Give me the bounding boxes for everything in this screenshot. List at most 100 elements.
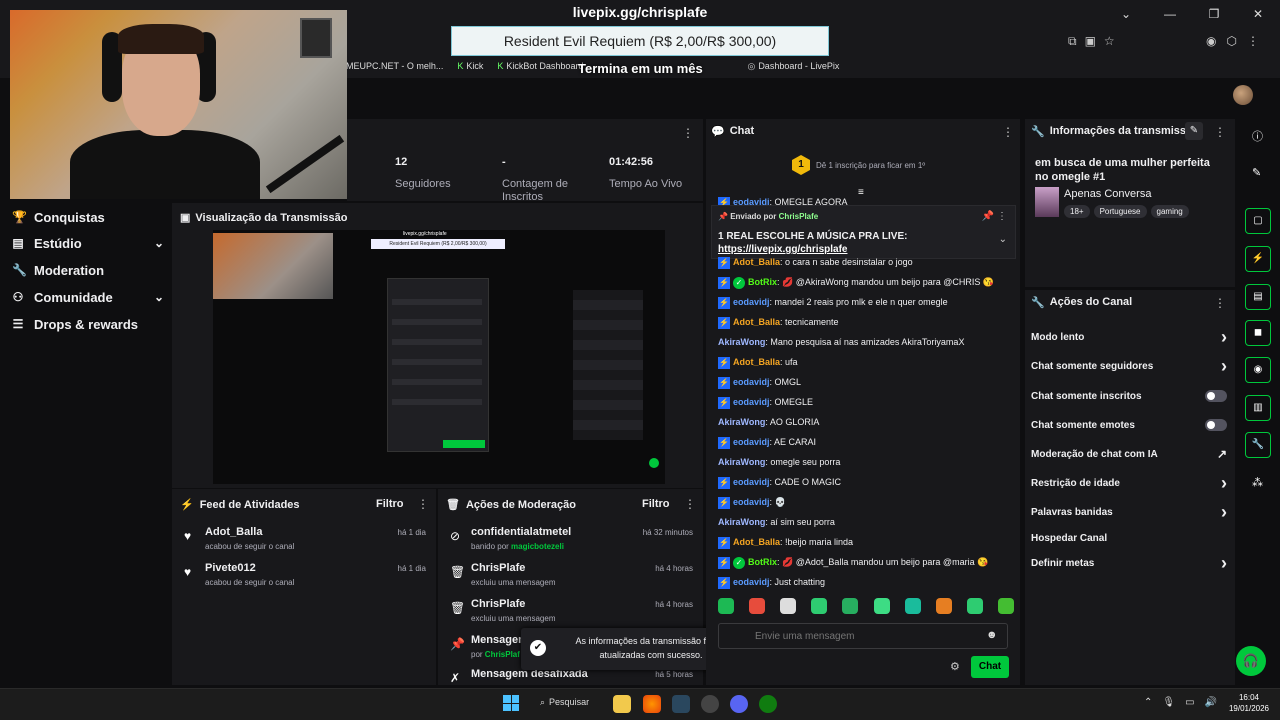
chat-icon[interactable]: ◼ [1245,320,1271,346]
obs-icon[interactable] [701,695,719,713]
chat-message[interactable]: ⚡ eodavidj: OMGL [718,374,1016,390]
emoji-icon[interactable]: ☻ [986,629,998,641]
support-icon[interactable]: 🎧 [1236,646,1266,676]
avatar[interactable] [1233,85,1253,105]
chat-message[interactable]: ⚡ Adot_Balla: o cara n sabe desinstalar o… [718,254,1016,270]
list-item[interactable]: ♥ Pivete012 acabou de seguir o canal há … [172,561,436,595]
chat-username[interactable]: Adot_Balla [733,357,780,367]
chat-username[interactable]: Adot_Balla [733,317,780,327]
stream-preview-video[interactable]: livepix.gg/chrisplafe Resident Evil Requ… [213,230,665,484]
sidebar-item-drops[interactable]: ☰ Drops & rewards [12,314,162,334]
chat-username[interactable]: eodavidj [733,297,770,307]
clip-icon[interactable]: ▢ [1245,208,1271,234]
emote-icon[interactable] [997,598,1014,614]
chat-username[interactable]: Adot_Balla [733,537,780,547]
chat-message[interactable]: ⚡ ✓ BotRix: 💋 @Adot_Balla mandou um beijo … [718,554,1016,570]
pin-icon[interactable]: 📌 ⋮ [982,211,1007,222]
emote-icon[interactable] [935,598,952,614]
channel-menu-icon[interactable]: ⋮ [1214,296,1226,310]
channel-action-item[interactable]: Moderação de chat com IA ↗ [1031,445,1227,463]
info-icon[interactable]: ⓘ [1252,128,1263,144]
chat-message[interactable]: ⚡ Adot_Balla: tecnicamente [718,314,1016,330]
chat-username[interactable]: eodavidj [733,497,770,507]
chat-message[interactable]: ⚡ eodavidj: Just chatting [718,574,1016,590]
chat-message[interactable]: ⚡ Adot_Balla: !beijo maria linda [718,534,1016,550]
chat-username[interactable]: AkiraWong [718,417,765,427]
maximize-icon[interactable]: ❐ [1192,0,1236,28]
chat-message[interactable]: AkiraWong: aí sim seu porra [718,514,1016,530]
close-icon[interactable]: ✕ [1236,0,1280,28]
bookmark-meupc[interactable]: MEUPC.NET - O melh... [346,61,443,71]
chat-message[interactable]: AkiraWong: Mano pesquisa aí nas amizades… [718,334,1016,350]
chat-username[interactable]: AkiraWong [718,517,765,527]
chat-message[interactable]: ⚡ eodavidj: mandei 2 reais pro mlk e ele … [718,294,1016,310]
gear-icon[interactable]: ⚙ [950,660,960,673]
sub-leaderboard-promo[interactable]: 1 Dê 1 inscrição para ficar em 1º [792,155,925,175]
mod-filter-button[interactable]: Filtro [642,498,670,510]
edit-icon[interactable]: ✎ [1185,122,1203,140]
broadcast-icon[interactable]: ◉ [1245,357,1271,383]
chat-username[interactable]: eodavidj [733,477,770,487]
tab-list-icon[interactable]: ⌄ [1104,0,1148,28]
send-chat-button[interactable]: Chat [971,656,1009,678]
pinned-message[interactable]: 📌 Enviado por ChrisPlafe 📌 ⋮ 1 REAL ESCO… [711,205,1016,259]
windows-start-icon[interactable] [503,695,519,711]
chat-username[interactable]: AkiraWong [718,457,765,467]
chat-message[interactable]: ⚡ ✓ BotRix: 💋 @AkiraWong mandou um beijo p… [718,274,1016,290]
bolt-icon[interactable]: ⚡ [1245,246,1271,272]
chat-username[interactable]: Adot_Balla [733,257,780,267]
emote-icon[interactable] [966,598,983,614]
minimize-icon[interactable]: — [1148,0,1192,28]
document-icon[interactable]: ▤ [1245,284,1271,310]
list-item[interactable]: ♥ Adot_Balla acabou de seguir o canal há… [172,525,436,559]
sidebar-item-moderation[interactable]: 🔧 Moderation [12,260,162,280]
sidebar-item-conquistas[interactable]: 🏆 Conquistas [12,207,162,227]
chat-message[interactable]: ⚡ eodavidj: CADE O MAGIC [718,474,1016,490]
firefox-icon[interactable] [643,695,661,713]
network-icon[interactable]: ▭ [1185,697,1194,708]
toggle-switch[interactable] [1205,390,1227,402]
channel-action-item[interactable]: Palavras banidas › [1031,502,1227,522]
emote-icon[interactable] [842,598,859,614]
steam-icon[interactable] [672,695,690,713]
chevron-down-icon[interactable]: ⌄ [999,234,1007,245]
feed-filter-button[interactable]: Filtro [376,498,404,510]
chat-username[interactable]: eodavidj [733,437,770,447]
chat-message[interactable]: ⚡ eodavidj: AE CARAI [718,434,1016,450]
chat-username[interactable]: BotRix [748,277,777,287]
info-menu-icon[interactable]: ⋮ [1214,125,1226,139]
extensions-icon[interactable]: ⬡ [1226,34,1236,48]
emote-icon[interactable] [718,598,734,614]
channel-action-item[interactable]: Chat somente inscritos [1031,387,1227,405]
chat-message[interactable]: ⚡ eodavidj: OMEGLE [718,394,1016,410]
chat-menu-icon[interactable]: ⋮ [1002,125,1014,139]
sidebar-item-comunidade[interactable]: ⚇ Comunidade ⌄ [12,287,164,307]
stats-menu-icon[interactable]: ⋮ [682,126,694,140]
chat-message[interactable]: ⚡ Adot_Balla: ufa [718,354,1016,370]
list-item[interactable]: 🗑 ChrisPlafe excluiu uma mensagem há 4 h… [438,597,703,631]
xbox-icon[interactable] [759,695,777,713]
layout-icon[interactable]: ▥ [1245,395,1271,421]
emote-icon[interactable] [780,598,797,614]
menu-icon[interactable]: ⋮ [1247,34,1259,48]
emote-icon[interactable] [749,598,766,614]
channel-action-item[interactable]: Restrição de idade › [1031,473,1227,493]
emote-icon[interactable] [873,598,890,614]
wrench-icon[interactable]: 🔧 [1245,432,1271,458]
channel-action-item[interactable]: Chat somente emotes [1031,416,1227,434]
category-name[interactable]: Apenas Conversa [1064,188,1151,200]
mod-menu-icon[interactable]: ⋮ [684,497,696,511]
channel-action-item[interactable]: Modo lento › [1031,327,1227,347]
apps-icon[interactable]: ⁂ [1252,476,1263,489]
list-item[interactable]: 🗑 ChrisPlafe excluiu uma mensagem há 4 h… [438,561,703,595]
feed-menu-icon[interactable]: ⋮ [417,497,429,511]
emote-icon[interactable] [904,598,921,614]
channel-action-item[interactable]: Hospedar Canal [1031,529,1227,547]
list-item[interactable]: ⊘ confidentialatmetel banido por magicbo… [438,525,703,559]
channel-action-item[interactable]: Chat somente seguidores › [1031,356,1227,376]
chat-username[interactable]: BotRix [748,557,777,567]
bookmark-kickbot[interactable]: K KickBot Dashboard [497,61,583,71]
chat-input[interactable] [718,623,1008,649]
download-icon[interactable]: ▣ [1085,34,1096,49]
bookmark-livepix[interactable]: ◎ Dashboard - LivePix [747,61,839,72]
